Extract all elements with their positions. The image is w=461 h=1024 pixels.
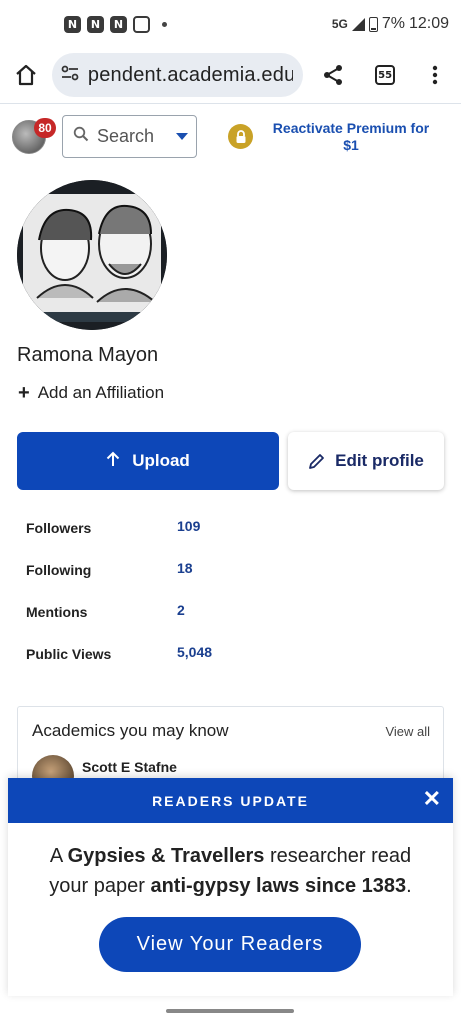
add-affiliation-label: Add an Affiliation xyxy=(37,383,165,402)
share-icon[interactable] xyxy=(315,57,351,93)
home-icon[interactable] xyxy=(8,57,44,93)
search-label: Search xyxy=(97,126,155,146)
battery-icon xyxy=(368,16,378,32)
readers-update-header: READERS UPDATE ✕ xyxy=(8,778,453,823)
stat-value[interactable]: 109 xyxy=(177,518,200,534)
view-your-readers-button[interactable]: View Your Readers xyxy=(99,917,361,972)
site-header: 80 Search Reactivate Premium for $1 xyxy=(0,112,461,162)
tab-count: 55 xyxy=(375,65,396,85)
stat-label: Public Views xyxy=(26,646,112,662)
plus-icon: + xyxy=(18,382,30,404)
notification-icons: N N N xyxy=(64,15,167,33)
pencil-icon xyxy=(308,453,325,470)
readers-update-heading: READERS UPDATE xyxy=(152,792,309,809)
profile-photo[interactable] xyxy=(17,180,167,330)
stat-following[interactable]: Following 18 xyxy=(26,556,326,598)
message-text: A xyxy=(49,845,68,867)
message-text: . xyxy=(406,875,412,897)
edit-profile-label: Edit profile xyxy=(335,451,424,470)
message-paper-title: anti-gypsy laws since 1383 xyxy=(150,875,407,897)
edit-profile-button[interactable]: Edit profile xyxy=(288,432,444,490)
stat-label: Followers xyxy=(26,520,92,536)
stat-value[interactable]: 2 xyxy=(177,602,185,618)
academics-title: Academics you may know xyxy=(32,721,229,740)
stat-followers[interactable]: Followers 109 xyxy=(26,514,326,556)
app-notification-icon: N xyxy=(64,15,81,33)
person-name[interactable]: Scott E Stafne xyxy=(82,759,177,775)
screen: N N N 5G 7% 12:09 pendent.academia.edu 5… xyxy=(0,0,461,1024)
system-status: 5G 7% 12:09 xyxy=(332,15,449,33)
lock-icon xyxy=(228,124,253,149)
clock: 12:09 xyxy=(408,15,449,32)
close-icon[interactable]: ✕ xyxy=(423,786,443,812)
stat-value[interactable]: 5,048 xyxy=(177,644,212,660)
caret-down-icon xyxy=(176,133,188,140)
upload-label: Upload xyxy=(132,451,190,470)
add-affiliation-link[interactable]: + Add an Affiliation xyxy=(18,383,164,403)
arrow-up-icon xyxy=(106,451,120,472)
app-notification-icon: N xyxy=(110,15,127,33)
stat-value[interactable]: 18 xyxy=(177,560,193,576)
status-bar: N N N 5G 7% 12:09 xyxy=(0,0,461,48)
stat-label: Following xyxy=(26,562,92,578)
upload-button[interactable]: Upload xyxy=(17,432,279,490)
signal-icon xyxy=(351,17,365,31)
site-settings-icon[interactable] xyxy=(60,63,80,88)
reactivate-premium-link[interactable]: Reactivate Premium for $1 xyxy=(268,120,434,154)
address-bar[interactable]: pendent.academia.edu xyxy=(51,53,304,97)
message-topic: Gypsies & Travellers xyxy=(67,845,265,867)
doc-notification-icon xyxy=(133,15,150,33)
notification-badge[interactable]: 80 xyxy=(34,118,56,138)
gesture-home-indicator[interactable] xyxy=(166,1009,294,1013)
toolbar-divider xyxy=(0,103,461,104)
view-all-link[interactable]: View all xyxy=(385,724,430,739)
search-dropdown[interactable]: Search xyxy=(62,115,197,158)
tabs-switcher-button[interactable]: 55 xyxy=(367,57,403,93)
search-icon xyxy=(73,126,89,147)
overflow-menu-icon[interactable] xyxy=(417,57,453,93)
profile-stats: Followers 109 Following 18 Mentions 2 Pu… xyxy=(26,514,326,682)
stat-label: Mentions xyxy=(26,604,88,620)
stat-public-views[interactable]: Public Views 5,048 xyxy=(26,640,326,682)
more-notifications-dot-icon xyxy=(162,21,167,27)
stat-mentions[interactable]: Mentions 2 xyxy=(26,598,326,640)
profile-name: Ramona Mayon xyxy=(17,344,159,366)
app-notification-icon: N xyxy=(87,15,104,33)
readers-update-message: A Gypsies & Travellers researcher read y… xyxy=(8,841,453,901)
url-text[interactable]: pendent.academia.edu xyxy=(88,64,293,87)
network-type: 5G xyxy=(331,17,348,31)
readers-update-popup: READERS UPDATE ✕ A Gypsies & Travellers … xyxy=(8,778,453,996)
battery-percent: 7% xyxy=(381,15,405,32)
browser-toolbar: pendent.academia.edu 55 xyxy=(0,50,461,100)
